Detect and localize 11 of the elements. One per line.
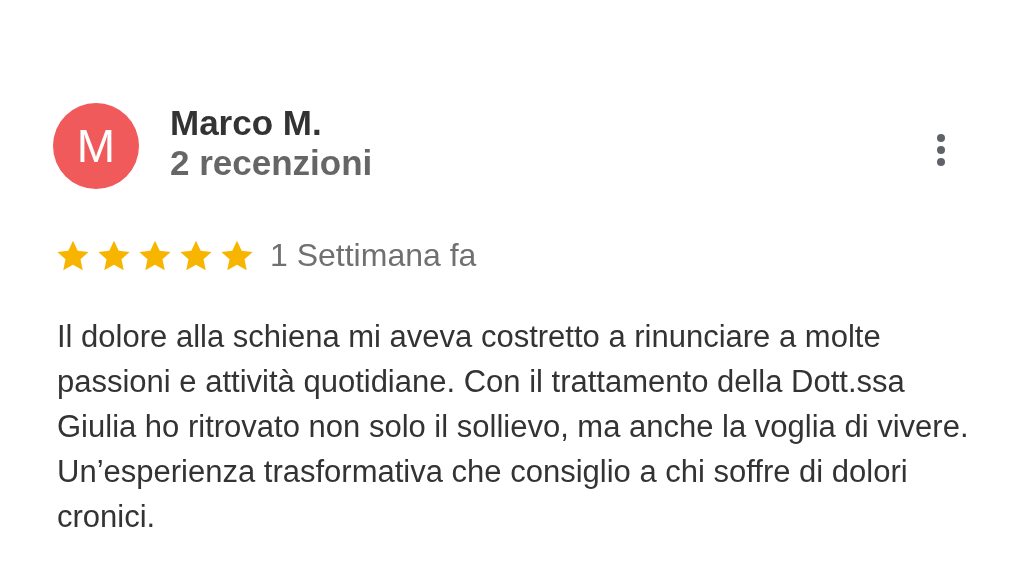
review-date: 1 Settimana fa — [270, 237, 477, 274]
review-text: Il dolore alla schiena mi aveva costretto a rinunciare a molte passioni e attività quotidiane. Con il trattamento della Dott.ssa Giulia ho ritrovato non solo il sollievo, ma anche la voglia di vivere. Un’esperienza trasformativa che consiglio a chi soffre di dolori cronici. — [57, 318, 970, 536]
star-icon — [56, 239, 90, 272]
avatar: M — [53, 103, 139, 189]
more-options-icon[interactable] — [936, 133, 946, 167]
author-name: Marco M. — [170, 103, 323, 143]
star-icon — [179, 239, 213, 272]
review-count: 2 recenzioni — [170, 143, 374, 183]
star-icon — [138, 239, 172, 272]
star-icon — [97, 239, 131, 272]
star-icon — [220, 239, 254, 272]
